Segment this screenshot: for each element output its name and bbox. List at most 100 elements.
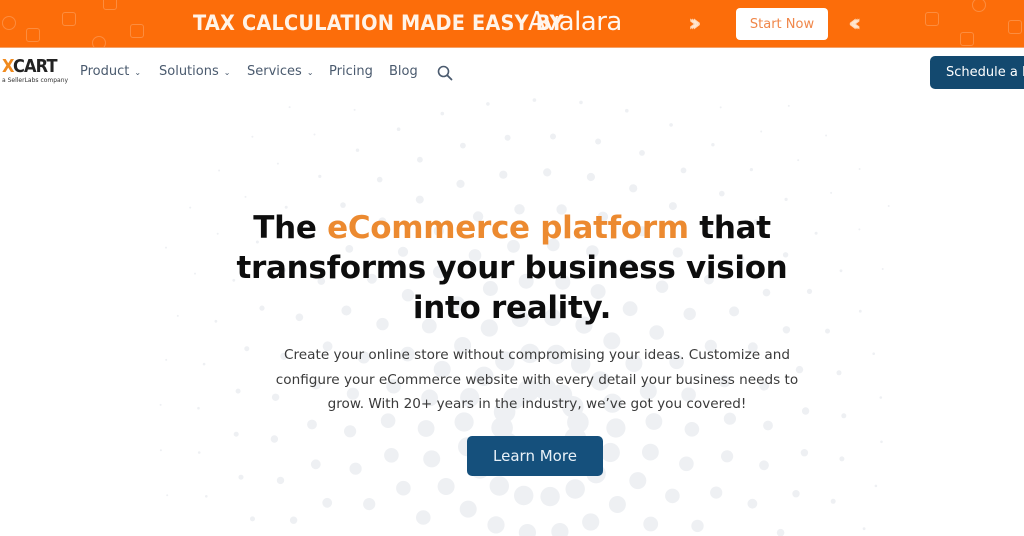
decorative-dot <box>276 162 279 165</box>
nav-item-product[interactable]: Product ⌄ <box>80 64 141 79</box>
nav-item-label: Solutions <box>159 64 219 79</box>
decorative-dollar-icon <box>972 0 986 12</box>
nav-item-label: Product <box>80 64 130 79</box>
decorative-dot <box>270 435 279 443</box>
decorative-dot <box>504 134 511 141</box>
decorative-dot <box>456 179 465 188</box>
decorative-dot <box>486 102 490 106</box>
decorative-dot <box>244 346 250 352</box>
decorative-dot <box>460 142 466 149</box>
schedule-demo-button[interactable]: Schedule a Demo <box>930 56 1024 89</box>
decorative-receipt-icon <box>130 24 144 38</box>
decorative-dot <box>197 451 201 454</box>
nav-item-label: Blog <box>389 64 418 79</box>
chevrons-right-icon: ››› <box>688 9 701 37</box>
decorative-dot <box>176 314 179 317</box>
hero-description: Create your online store without comprom… <box>275 347 799 412</box>
decorative-dot <box>825 328 830 334</box>
decorative-dot <box>586 172 596 182</box>
decorative-dot <box>159 449 162 452</box>
decorative-dot <box>643 516 659 532</box>
decorative-dot <box>197 406 200 410</box>
decorative-dot <box>499 170 508 179</box>
decorative-dot <box>792 490 800 498</box>
decorative-dot <box>415 195 424 204</box>
decorative-dot <box>353 108 356 111</box>
decorative-dot <box>784 197 788 201</box>
decorative-dot <box>830 498 836 504</box>
chevron-down-icon: ⌄ <box>134 68 142 77</box>
decorative-dot <box>608 496 626 513</box>
decorative-dot <box>384 448 399 463</box>
hero-title-start: The <box>253 210 328 246</box>
decorative-dot <box>363 498 376 511</box>
decorative-dot <box>565 479 585 499</box>
decorative-dot <box>858 228 861 231</box>
start-now-button[interactable]: Start Now <box>736 8 828 40</box>
decorative-chart-icon <box>1008 20 1022 34</box>
decorative-dot <box>830 191 833 194</box>
decorative-dot <box>489 476 509 496</box>
decorative-dot <box>288 106 291 109</box>
decorative-dot <box>551 523 569 536</box>
decorative-dot <box>205 495 208 498</box>
decorative-dot <box>376 176 383 183</box>
decorative-dot <box>763 420 773 431</box>
decorative-dot <box>194 272 196 275</box>
decorative-percent-icon <box>2 16 16 30</box>
decorative-dot <box>879 396 883 399</box>
nav-item-blog[interactable]: Blog <box>389 64 418 79</box>
decorative-dot <box>437 478 455 495</box>
decorative-dollar-icon <box>92 36 106 47</box>
decorative-dot <box>759 460 769 471</box>
nav-item-pricing[interactable]: Pricing <box>329 64 373 79</box>
decorative-dot <box>642 443 659 461</box>
decorative-dot <box>595 138 602 145</box>
decorative-dot <box>202 362 206 366</box>
decorative-dot <box>396 127 401 131</box>
decorative-dot <box>313 133 316 136</box>
decorative-dot <box>814 231 818 235</box>
decorative-receipt-icon <box>925 12 939 26</box>
xcart-logo[interactable]: XCART a SellerLabs company <box>2 58 69 85</box>
decorative-dot <box>787 104 790 107</box>
decorative-dot <box>872 352 875 356</box>
decorative-dot <box>858 309 862 313</box>
nav-item-services[interactable]: Services ⌄ <box>247 64 314 79</box>
decorative-dot <box>322 497 333 508</box>
promo-banner[interactable]: TAX CALCULATION MADE EASY BY Avalara ›››… <box>0 0 1024 48</box>
decorative-dot <box>189 206 192 209</box>
decorative-dot <box>417 156 423 163</box>
avalara-logo: Avalara <box>528 7 622 37</box>
decorative-dot <box>880 440 883 444</box>
decorative-dot <box>747 498 758 509</box>
decorative-dot <box>639 150 645 156</box>
decorative-dot <box>251 135 254 138</box>
decorative-dot <box>417 420 435 437</box>
decorative-dot <box>550 133 556 140</box>
learn-more-button[interactable]: Learn More <box>467 436 603 476</box>
decorative-dot <box>166 494 169 497</box>
decorative-dot <box>669 123 673 127</box>
decorative-dot <box>684 422 700 437</box>
decorative-dot <box>680 167 687 174</box>
chevron-down-icon: ⌄ <box>223 68 231 77</box>
decorative-percent-icon <box>103 0 117 10</box>
decorative-dot <box>487 516 505 534</box>
decorative-dot <box>238 474 244 480</box>
decorative-dot <box>310 459 321 470</box>
logo-tagline: a SellerLabs company <box>2 77 69 84</box>
nav-item-solutions[interactable]: Solutions ⌄ <box>159 64 230 79</box>
decorative-dot <box>218 169 221 172</box>
nav-item-label: Pricing <box>329 64 373 79</box>
decorative-dot <box>606 418 626 438</box>
search-icon[interactable] <box>437 65 453 81</box>
decorative-dot <box>543 168 552 177</box>
decorative-dot <box>235 388 241 394</box>
decorative-wallet-icon <box>62 12 76 26</box>
decorative-dot <box>679 456 694 472</box>
decorative-dot <box>355 148 360 152</box>
hero-title: The eCommerce platform that transforms y… <box>212 208 812 328</box>
decorative-dot <box>874 484 878 488</box>
decorative-dot <box>532 98 537 102</box>
